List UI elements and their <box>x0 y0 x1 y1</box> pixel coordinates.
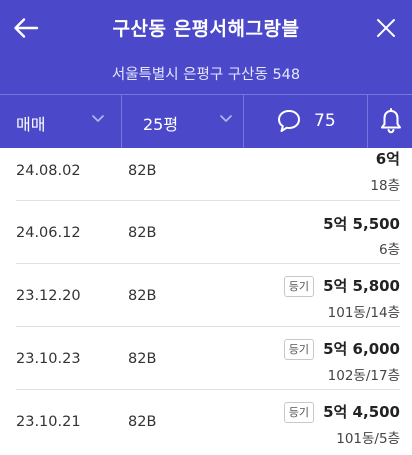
address-text: 서울특별시 은평구 구산동 548 <box>111 67 301 83</box>
transaction-date: 23.12.20 <box>16 288 81 304</box>
back-button[interactable] <box>8 10 44 46</box>
transaction-row[interactable]: 23.10.23 82B 등기 5억 6,000 102동/17층 <box>16 327 400 390</box>
chevron-down-icon <box>220 115 232 122</box>
app-header: 구산동 은평서해그랑블 서울특별시 은평구 구산동 548 매매 25평 75 <box>0 0 412 148</box>
transaction-price: 5억 4,500 <box>323 403 400 421</box>
alert-button[interactable] <box>368 95 412 148</box>
transaction-type: 82B <box>128 225 157 241</box>
size-label: 25평 <box>143 115 179 134</box>
transaction-floor: 18층 <box>370 178 400 194</box>
transaction-price: 6억 <box>375 150 400 168</box>
filter-bar: 매매 25평 75 <box>0 94 412 148</box>
transaction-price: 5억 5,500 <box>323 215 400 233</box>
close-icon <box>377 19 395 37</box>
transaction-row[interactable]: 23.12.20 82B 등기 5억 5,800 101동/14층 <box>16 264 400 327</box>
comment-count: 75 <box>314 111 336 131</box>
transaction-date: 23.10.23 <box>16 351 81 367</box>
transaction-row[interactable]: 24.08.02 82B 6억 18층 <box>16 148 400 201</box>
transaction-floor: 101동/5층 <box>336 431 400 447</box>
transaction-date: 23.10.21 <box>16 414 81 430</box>
transaction-type: 82B <box>128 288 157 304</box>
transaction-date: 24.08.02 <box>16 163 81 179</box>
transaction-date: 24.06.12 <box>16 225 81 241</box>
trade-type-label: 매매 <box>16 115 46 134</box>
comments-button[interactable]: 75 <box>244 95 368 148</box>
transaction-list: 24.08.02 82B 6억 18층 24.06.12 82B 5억 5,50… <box>16 148 400 452</box>
transaction-row[interactable]: 23.10.21 82B 등기 5억 4,500 101동/5층 <box>16 390 400 452</box>
transaction-row[interactable]: 24.06.12 82B 5억 5,500 6층 <box>16 201 400 264</box>
transaction-type: 82B <box>128 163 157 179</box>
transaction-floor: 102동/17층 <box>327 368 400 384</box>
size-dropdown[interactable]: 25평 <box>122 95 244 148</box>
bell-icon <box>381 108 401 134</box>
page-title: 구산동 은평서해그랑블 <box>112 18 300 40</box>
transaction-price: 5억 5,800 <box>323 277 400 295</box>
close-button[interactable] <box>368 10 404 46</box>
transaction-type: 82B <box>128 351 157 367</box>
back-arrow-icon <box>14 18 39 38</box>
chat-bubble-icon <box>278 110 300 132</box>
transaction-price: 5억 6,000 <box>323 340 400 358</box>
transaction-floor: 101동/14층 <box>327 305 400 321</box>
registration-badge: 등기 <box>283 402 314 423</box>
transaction-floor: 6층 <box>378 242 400 258</box>
trade-type-dropdown[interactable]: 매매 <box>0 95 122 148</box>
registration-badge: 등기 <box>283 276 314 297</box>
header-top-row: 구산동 은평서해그랑블 <box>0 0 412 58</box>
transaction-type: 82B <box>128 414 157 430</box>
chevron-down-icon <box>92 115 104 122</box>
registration-badge: 등기 <box>283 339 314 360</box>
